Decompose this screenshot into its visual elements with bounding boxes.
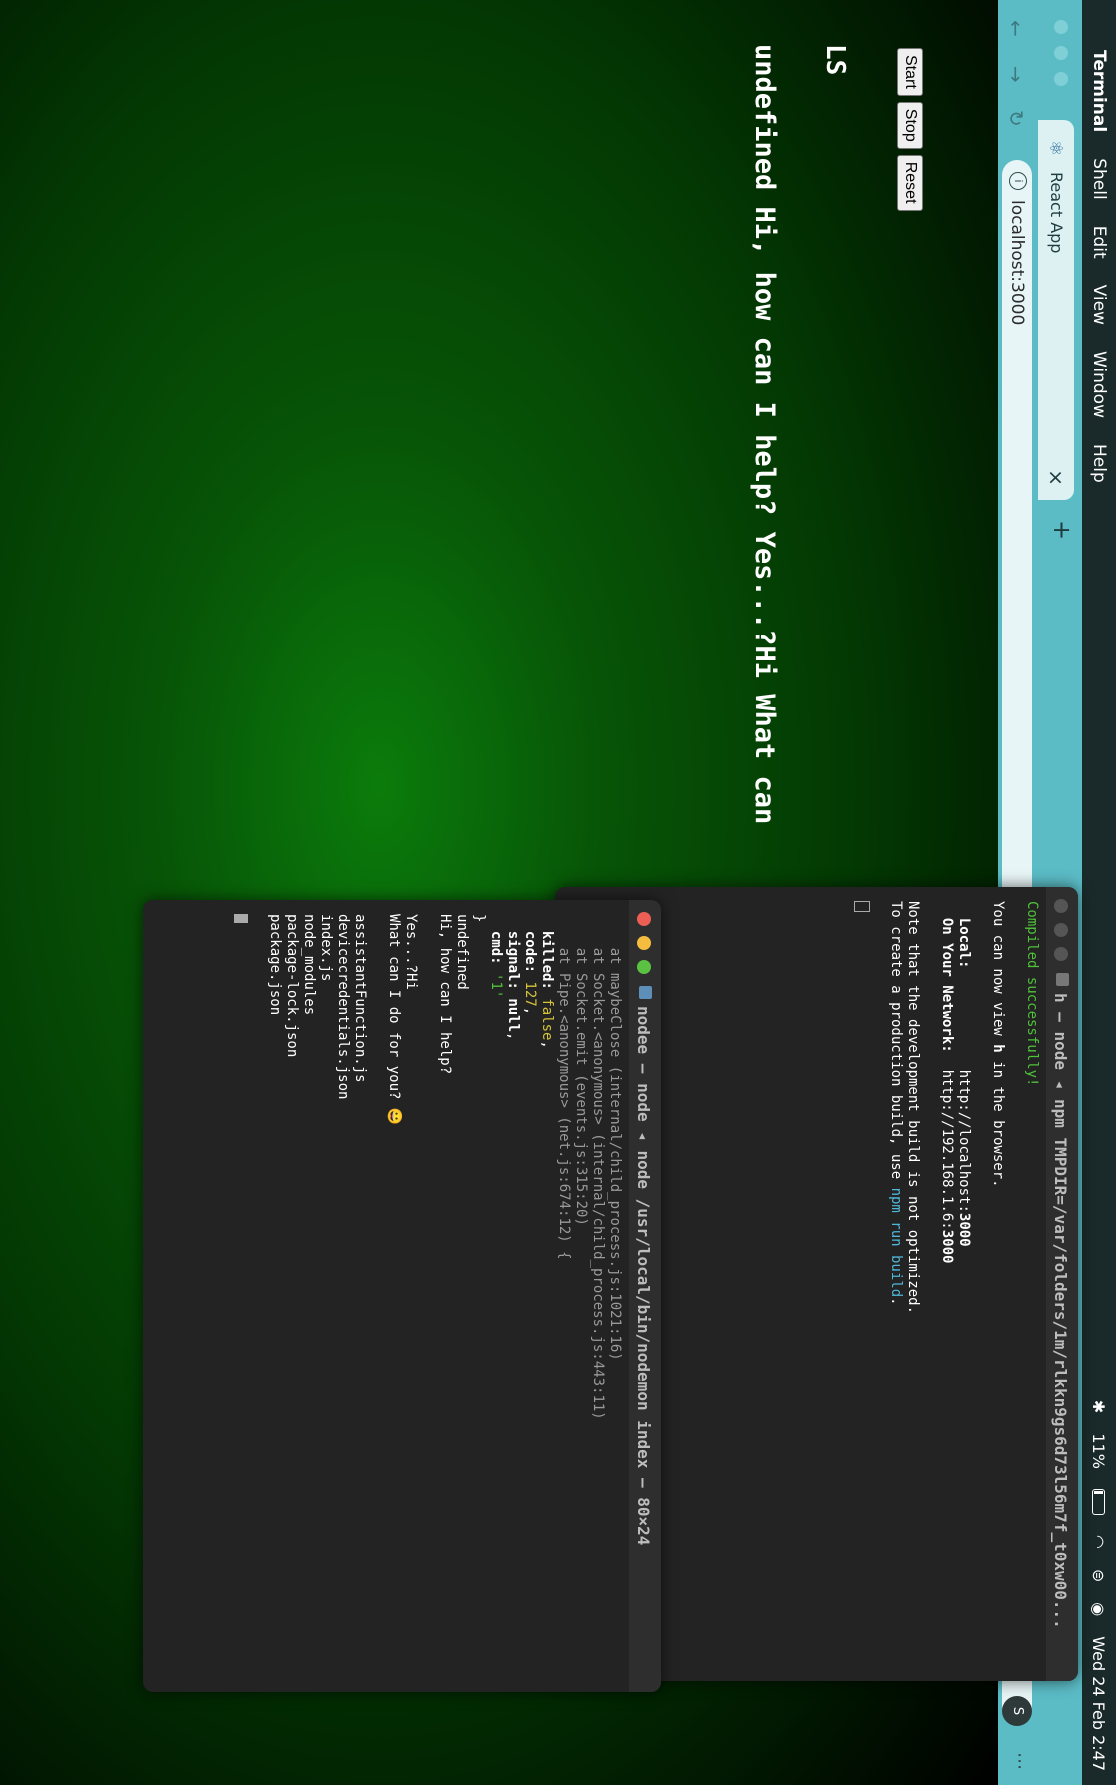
log-line: Hi, how can I help? (437, 914, 453, 1075)
terminal-title: nodee — node ◂ node /usr/local/bin/nodem… (634, 1006, 653, 1546)
forward-arrow-icon[interactable]: → (1004, 66, 1028, 83)
terminal-cursor (234, 914, 248, 923)
log-line: undefined (454, 914, 470, 990)
terminal-titlebar[interactable]: h — node ◂ npm TMPDIR=/var/folders/1m/rl… (1046, 887, 1078, 1681)
back-arrow-icon[interactable]: ← (1004, 20, 1028, 37)
network-url: http://192.168.1.6: (939, 1069, 955, 1230)
minimize-button[interactable] (637, 936, 651, 950)
zoom-button[interactable] (637, 960, 651, 974)
close-button[interactable] (1054, 899, 1068, 913)
build-text: To create a production build, use (888, 901, 904, 1188)
page-heading: LS (820, 44, 850, 76)
build-command: npm run build (888, 1187, 904, 1298)
menu-window[interactable]: Window (1089, 351, 1109, 418)
window-minimize-button[interactable] (1054, 46, 1068, 60)
npm-output: Compiled successfully! You can now view … (853, 901, 1040, 1314)
log-line: Yes...?Hi (403, 914, 419, 990)
file-entry: index.js (318, 914, 334, 982)
local-url: http://localhost: (956, 1069, 972, 1213)
menu-edit[interactable]: Edit (1089, 226, 1109, 259)
log-line: What can I do for you? 😀 (386, 914, 402, 1126)
url-text[interactable]: localhost:3000 (1007, 200, 1027, 325)
note-text: Note that the development build is not o… (905, 901, 921, 1315)
menu-app-name[interactable]: Terminal (1089, 50, 1109, 132)
bluetooth-icon[interactable]: ✱ (1090, 1400, 1109, 1413)
file-entry: node_modules (301, 914, 317, 1016)
control-buttons: Start Stop Reset (897, 48, 923, 211)
clock[interactable]: Wed 24 Feb 2:47 (1090, 1636, 1109, 1771)
nodemon-output: at maybeClose (internal/child_process.js… (232, 914, 623, 1420)
desktop: Terminal Shell Edit View Window Help ✱ 1… (0, 0, 1116, 1785)
stop-button[interactable]: Stop (897, 101, 923, 149)
control-center-icon[interactable]: ⊜ (1090, 1569, 1109, 1582)
new-tab-button[interactable]: + (1048, 520, 1076, 540)
local-port: 3000 (956, 1212, 972, 1247)
network-port: 3000 (939, 1229, 955, 1264)
killed-value: false (539, 998, 555, 1041)
code-value: 127 (522, 981, 538, 1007)
profile-avatar[interactable]: S (1002, 1696, 1032, 1726)
info-icon[interactable]: i (1009, 172, 1027, 190)
siri-icon[interactable]: ◉ (1090, 1602, 1109, 1616)
window-close-button[interactable] (1054, 20, 1068, 34)
close-button[interactable] (637, 912, 651, 926)
window-zoom-button[interactable] (1054, 72, 1068, 86)
build-text-end: . (888, 1297, 904, 1306)
compiled-message: Compiled successfully! (1024, 901, 1040, 1087)
app-name: h (990, 1044, 1006, 1053)
network-label: On Your Network: (939, 917, 955, 1053)
reset-button[interactable]: Reset (897, 154, 923, 211)
menu-help[interactable]: Help (1089, 444, 1109, 483)
local-label: Local: (956, 917, 972, 969)
terminal-window-nodemon[interactable]: nodee — node ◂ node /usr/local/bin/nodem… (143, 900, 661, 1692)
file-entry: package.json (267, 914, 283, 1016)
signal-label: signal: (505, 930, 521, 990)
minimize-button[interactable] (1054, 923, 1068, 937)
tab-react-app[interactable]: ⚛ React App × (1038, 120, 1074, 500)
battery-icon[interactable] (1092, 1488, 1106, 1515)
stack-line: at Pipe.<anonymous> (net.js:674:12) { (556, 947, 572, 1260)
wifi-icon[interactable]: ◠ (1090, 1535, 1109, 1549)
start-button[interactable]: Start (897, 48, 923, 96)
zoom-button[interactable] (1054, 947, 1068, 961)
reload-icon[interactable]: ↻ (1004, 110, 1028, 127)
folder-icon (639, 986, 652, 999)
close-tab-icon[interactable]: × (1044, 469, 1068, 486)
view-text: You can now view (990, 901, 1006, 1045)
menu-bar: Terminal Shell Edit View Window Help ✱ 1… (1082, 0, 1116, 1785)
transcript-text: undefined Hi, how can I help? Yes...?Hi … (749, 44, 780, 825)
battery-percent: 11% (1089, 1433, 1109, 1469)
more-menu-icon[interactable]: ⋯ (1009, 1752, 1030, 1770)
file-entry: devicecredentials.json (335, 914, 351, 1100)
cmd-label: cmd: (488, 930, 504, 965)
react-icon: ⚛ (1045, 140, 1066, 157)
stack-line: at maybeClose (internal/child_process.js… (607, 947, 623, 1361)
folder-icon (1056, 973, 1069, 986)
code-label: code: (522, 930, 538, 974)
close-brace: } (471, 914, 487, 923)
status-area: ✱ 11% ◠ ⊜ ◉ Wed 24 Feb 2:47 (1082, 1400, 1116, 1771)
menu-shell[interactable]: Shell (1089, 158, 1109, 199)
cmd-value: '1' (488, 973, 504, 999)
file-entry: assistantFunction.js (352, 914, 368, 1083)
file-entry: package-lock.json (284, 914, 300, 1058)
stack-line: at Socket.emit (events.js:315:20) (573, 947, 589, 1226)
signal-value: null (505, 998, 521, 1033)
killed-label: killed: (539, 930, 555, 990)
menu-view[interactable]: View (1089, 285, 1109, 325)
stack-line: at Socket.<anonymous> (internal/child_pr… (590, 947, 606, 1420)
terminal-cursor (854, 901, 870, 912)
view-text-end: in the browser. (990, 1052, 1006, 1188)
tab-title: React App (1047, 172, 1066, 254)
terminal-titlebar[interactable]: nodee — node ◂ node /usr/local/bin/nodem… (629, 900, 661, 1692)
terminal-title: h — node ◂ npm TMPDIR=/var/folders/1m/rl… (1051, 993, 1070, 1629)
